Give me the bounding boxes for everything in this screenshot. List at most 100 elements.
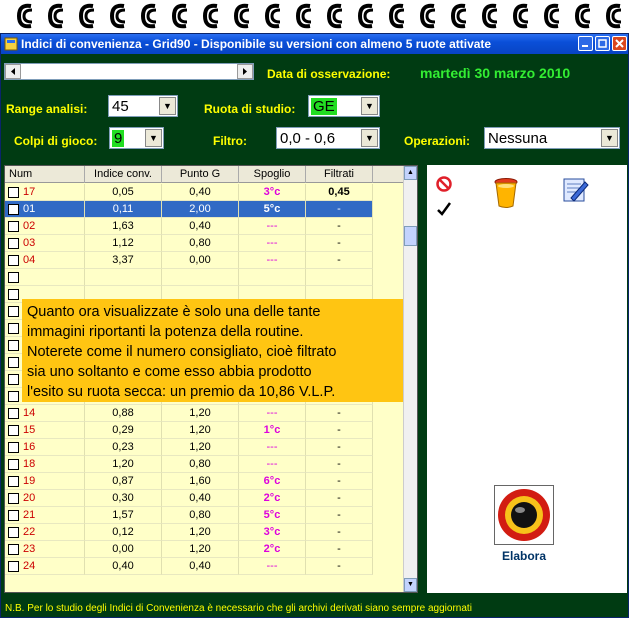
scroll-down-button[interactable]: ▼	[404, 578, 417, 592]
cell-filtrati: -	[306, 252, 373, 269]
row-number: 20	[23, 492, 36, 504]
cell-indice: 0,30	[85, 490, 162, 507]
checkmark-icon[interactable]	[436, 201, 452, 217]
table-row[interactable]: 02 1,63 0,40 --- -	[5, 218, 405, 235]
maximize-button[interactable]	[595, 36, 610, 51]
cell-spoglio: ---	[239, 252, 306, 269]
date-value: martedì 30 marzo 2010	[420, 65, 571, 81]
table-row[interactable]: 20 0,30 0,40 2°c -	[5, 490, 405, 507]
table-row[interactable]: 01 0,11 2,00 5°c -	[5, 201, 405, 218]
column-header-indice[interactable]: Indice conv.	[85, 166, 162, 183]
row-checkbox[interactable]	[8, 425, 19, 436]
scroll-right-button[interactable]	[237, 64, 253, 79]
row-number: 22	[23, 526, 36, 538]
table-row[interactable]: 18 1,20 0,80 --- -	[5, 456, 405, 473]
table-row[interactable]: 14 0,88 1,20 --- -	[5, 405, 405, 422]
table-row[interactable]: 04 3,37 0,00 --- -	[5, 252, 405, 269]
table-row[interactable]: 16 0,23 1,20 --- -	[5, 439, 405, 456]
row-checkbox[interactable]	[8, 187, 19, 198]
date-scrollbar[interactable]	[4, 63, 254, 80]
colpi-select[interactable]: 9 ▼	[109, 127, 164, 149]
row-checkbox[interactable]	[8, 289, 19, 300]
cell-punto: 1,20	[162, 439, 239, 456]
column-header-spoglio[interactable]: Spoglio	[239, 166, 306, 183]
ruota-label: Ruota di studio:	[204, 102, 296, 116]
grid-scrollbar[interactable]: ▲ ▼	[403, 166, 417, 592]
column-header-num[interactable]: Num	[5, 166, 85, 183]
row-checkbox[interactable]	[8, 561, 19, 572]
row-checkbox[interactable]	[8, 493, 19, 504]
cell-filtrati: -	[306, 422, 373, 439]
scroll-up-button[interactable]: ▲	[404, 166, 417, 180]
no-entry-icon[interactable]	[436, 176, 452, 192]
row-checkbox[interactable]	[8, 442, 19, 453]
cell-filtrati: -	[306, 235, 373, 252]
filtro-select[interactable]: 0,0 - 0,6 ▼	[276, 127, 380, 149]
spiral-ring	[419, 3, 436, 29]
row-checkbox[interactable]	[8, 272, 19, 283]
range-value: 45	[112, 98, 129, 115]
spiral-ring	[512, 3, 529, 29]
row-number: 17	[23, 186, 36, 198]
row-checkbox[interactable]	[8, 221, 19, 232]
table-row[interactable]: 24 0,40 0,40 --- -	[5, 558, 405, 575]
elabora-button[interactable]	[494, 485, 554, 545]
close-button[interactable]	[612, 36, 627, 51]
row-checkbox[interactable]	[8, 204, 19, 215]
spiral-ring	[78, 3, 95, 29]
column-header-punto[interactable]: Punto G	[162, 166, 239, 183]
table-row[interactable]: 03 1,12 0,80 --- -	[5, 235, 405, 252]
cell-punto: 0,80	[162, 456, 239, 473]
row-checkbox[interactable]	[8, 255, 19, 266]
filtro-label: Filtro:	[213, 134, 247, 148]
table-row[interactable]: 21 1,57 0,80 5°c -	[5, 507, 405, 524]
edit-document-icon[interactable]	[561, 176, 589, 204]
column-header-filtrati[interactable]: Filtrati	[306, 166, 373, 183]
spiral-ring	[481, 3, 498, 29]
table-row[interactable]: 23 0,00 1,20 2°c -	[5, 541, 405, 558]
chevron-down-icon: ▼	[361, 129, 378, 147]
cell-spoglio: 5°c	[239, 201, 306, 218]
row-number: 18	[23, 458, 36, 470]
cell-punto: 0,80	[162, 235, 239, 252]
row-checkbox[interactable]	[8, 238, 19, 249]
row-checkbox[interactable]	[8, 357, 19, 368]
cell-filtrati: -	[306, 473, 373, 490]
row-checkbox[interactable]	[8, 306, 19, 317]
range-select[interactable]: 45 ▼	[108, 95, 178, 117]
title-bar: Indici di convenienza - Grid90 - Disponi…	[1, 34, 628, 54]
cell-indice: 3,37	[85, 252, 162, 269]
table-row[interactable]: 15 0,29 1,20 1°c -	[5, 422, 405, 439]
cell-spoglio: ---	[239, 558, 306, 575]
row-checkbox[interactable]	[8, 527, 19, 538]
table-row[interactable]: 22 0,12 1,20 3°c -	[5, 524, 405, 541]
cell-spoglio: ---	[239, 218, 306, 235]
minimize-button[interactable]	[578, 36, 593, 51]
filtro-value: 0,0 - 0,6	[280, 130, 336, 147]
elabora-label: Elabora	[501, 549, 546, 563]
row-checkbox[interactable]	[8, 374, 19, 385]
date-label: Data di osservazione:	[267, 67, 391, 81]
operazioni-select[interactable]: Nessuna ▼	[484, 127, 620, 149]
row-number: 15	[23, 424, 36, 436]
table-row[interactable]	[5, 269, 405, 286]
trash-bin-icon[interactable]	[493, 177, 519, 209]
row-checkbox[interactable]	[8, 323, 19, 334]
row-checkbox[interactable]	[8, 544, 19, 555]
table-row[interactable]: 19 0,87 1,60 6°c -	[5, 473, 405, 490]
scroll-thumb[interactable]	[404, 226, 417, 246]
row-checkbox[interactable]	[8, 391, 19, 402]
cell-indice: 0,11	[85, 201, 162, 218]
row-checkbox[interactable]	[8, 340, 19, 351]
row-checkbox[interactable]	[8, 510, 19, 521]
scroll-left-button[interactable]	[5, 64, 21, 79]
cell-filtrati: -	[306, 201, 373, 218]
row-checkbox[interactable]	[8, 408, 19, 419]
row-number: 03	[23, 237, 36, 249]
cell-num: 04	[5, 252, 85, 269]
cell-spoglio: ---	[239, 456, 306, 473]
row-checkbox[interactable]	[8, 476, 19, 487]
table-row[interactable]: 17 0,05 0,40 3°c 0,45	[5, 184, 405, 201]
ruota-select[interactable]: GE ▼	[308, 95, 380, 117]
row-checkbox[interactable]	[8, 459, 19, 470]
